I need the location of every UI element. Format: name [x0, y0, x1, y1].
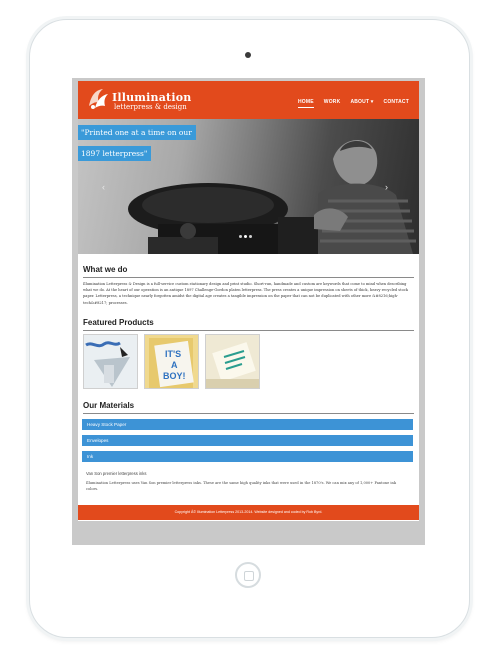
main-nav: HOME WORK ABOUT ▾ CONTACT — [297, 99, 409, 108]
our-materials-heading: Our Materials — [83, 401, 135, 410]
carousel-next-icon[interactable]: › — [385, 182, 388, 192]
product-text-its: IT'S — [165, 349, 181, 359]
what-we-do-text: Illumination Letterpress & Design is a f… — [83, 282, 408, 305]
featured-product-2[interactable]: IT'S A BOY! — [144, 334, 199, 389]
divider — [83, 277, 414, 278]
divider — [83, 330, 414, 331]
what-we-do-heading: What we do — [83, 265, 128, 274]
nav-work[interactable]: WORK — [324, 99, 341, 108]
product-text-a: A — [171, 360, 178, 370]
ink-panel-body: Illumination Letterpress uses Van Son pr… — [86, 481, 397, 491]
hero-caption-line2: 1897 letterpress" — [78, 146, 152, 161]
site-footer: Copyright Â© Illumination Letterpress 20… — [78, 505, 419, 520]
accordion-heavy-stock-paper[interactable]: Heavy Stock Paper — [82, 419, 413, 430]
tablet-screen: Illumination letterpress & design HOME W… — [72, 78, 425, 545]
featured-product-3[interactable] — [205, 334, 260, 389]
carousel-indicators — [239, 235, 252, 238]
divider — [83, 413, 414, 414]
carousel-dot[interactable] — [249, 235, 252, 238]
product-text-boy: BOY! — [163, 371, 186, 381]
nav-contact[interactable]: CONTACT — [384, 99, 409, 108]
camera-dot — [245, 52, 251, 58]
hero-caption-line1: "Printed one at a time on our — [78, 125, 196, 140]
product-image: IT'S A BOY! — [145, 335, 198, 388]
accordion-ink[interactable]: Ink — [82, 451, 413, 462]
hero-carousel[interactable]: "Printed one at a time on our 1897 lette… — [78, 119, 419, 254]
nav-home[interactable]: HOME — [297, 99, 314, 108]
featured-products-heading: Featured Products — [83, 318, 154, 327]
carousel-dot[interactable] — [239, 235, 242, 238]
logo-icon — [89, 89, 108, 109]
featured-product-1[interactable] — [83, 334, 138, 389]
carousel-prev-icon[interactable]: ‹ — [102, 182, 105, 192]
logo-subtitle: letterpress & design — [114, 103, 187, 111]
nav-about[interactable]: ABOUT ▾ — [350, 99, 373, 108]
product-image — [84, 335, 137, 388]
site-header: Illumination letterpress & design HOME W… — [78, 81, 419, 119]
home-button[interactable] — [235, 562, 261, 588]
carousel-dot-active[interactable] — [244, 235, 247, 238]
website: Illumination letterpress & design HOME W… — [78, 81, 419, 521]
accordion-envelopes[interactable]: Envelopes — [82, 435, 413, 446]
product-image — [206, 335, 259, 388]
ink-panel-title: Van Son premier letterpress inks — [86, 471, 147, 476]
